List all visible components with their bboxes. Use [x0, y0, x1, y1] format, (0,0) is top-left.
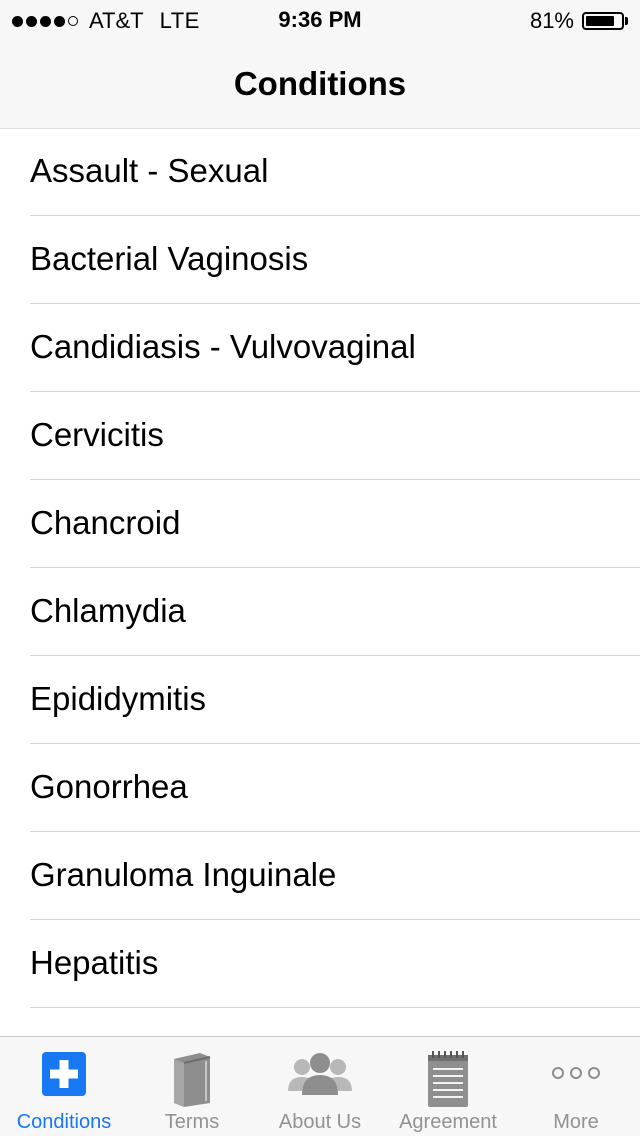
tab-bar: Conditions Terms About Us Agreement More: [0, 1036, 640, 1136]
condition-label: Hepatitis: [30, 944, 159, 981]
tab-about-us[interactable]: About Us: [256, 1037, 384, 1136]
battery-percent: 81%: [529, 8, 574, 33]
notepad-icon: [425, 1051, 471, 1114]
battery-icon: [582, 12, 624, 30]
condition-row[interactable]: Hepatitis: [0, 920, 640, 1008]
condition-label: Chlamydia: [30, 592, 186, 629]
condition-row[interactable]: Candidiasis - Vulvovaginal: [0, 304, 640, 392]
condition-row[interactable]: Chancroid: [0, 480, 640, 568]
status-bar: AT&T LTE 9:36 PM 81%: [0, 0, 640, 40]
medical-cross-icon: [41, 1051, 87, 1102]
more-dots-icon: [550, 1051, 602, 1102]
book-icon: [170, 1051, 214, 1112]
condition-row[interactable]: Cervicitis: [0, 392, 640, 480]
status-right: 81%: [530, 8, 628, 34]
condition-row[interactable]: Chlamydia: [0, 568, 640, 656]
condition-label: Gonorrhea: [30, 768, 188, 805]
people-icon: [286, 1051, 354, 1102]
tab-label: About Us: [278, 1111, 362, 1133]
row-separator: [30, 1007, 640, 1008]
condition-row[interactable]: Assault - Sexual: [0, 128, 640, 216]
conditions-list[interactable]: Assault - Sexual Bacterial Vaginosis Candi…: [0, 128, 640, 1036]
condition-label: Cervicitis: [30, 416, 164, 453]
condition-label: Chancroid: [30, 504, 181, 541]
condition-row[interactable]: Granuloma Inguinale: [0, 832, 640, 920]
tab-more[interactable]: More: [512, 1037, 640, 1136]
battery-tip: [625, 17, 628, 25]
condition-label: Epididymitis: [30, 680, 207, 717]
battery-fill: [586, 16, 614, 26]
condition-label: Bacterial Vaginosis: [30, 240, 309, 277]
condition-label: Candidiasis - Vulvovaginal: [30, 328, 416, 365]
navigation-bar: Conditions: [0, 40, 640, 129]
tab-terms[interactable]: Terms: [128, 1037, 256, 1136]
condition-row[interactable]: Bacterial Vaginosis: [0, 216, 640, 304]
page-title: Conditions: [233, 65, 407, 102]
condition-label: Assault - Sexual: [30, 152, 269, 189]
condition-label: Granuloma Inguinale: [30, 856, 337, 893]
tab-label: Agreement: [399, 1111, 497, 1133]
condition-row[interactable]: Gonorrhea: [0, 744, 640, 832]
tab-conditions[interactable]: Conditions: [0, 1037, 128, 1136]
tab-agreement[interactable]: Agreement: [384, 1037, 512, 1136]
condition-row[interactable]: Epididymitis: [0, 656, 640, 744]
tab-label: Conditions: [16, 1111, 112, 1133]
tab-label: Terms: [164, 1111, 220, 1133]
tab-label: More: [553, 1111, 599, 1133]
